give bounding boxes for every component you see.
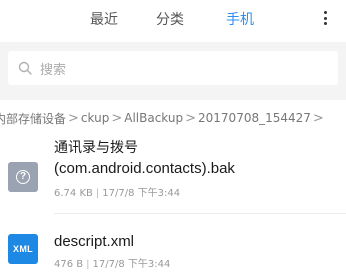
meta-separator: | bbox=[95, 188, 100, 199]
search-placeholder: 搜索 bbox=[40, 63, 67, 78]
tab-recent[interactable]: 最近 bbox=[90, 9, 118, 29]
more-vertical-icon[interactable] bbox=[318, 9, 332, 27]
chevron-right-icon: > bbox=[111, 110, 123, 126]
file-row-descript-xml[interactable]: XML descript.xml 476 B | 17/7/8 下午3:44 bbox=[0, 222, 346, 280]
meta-separator: | bbox=[86, 259, 90, 270]
breadcrumb: 内部存储设备 > ckup > AllBackup > 20170708_154… bbox=[0, 108, 346, 128]
breadcrumb-item-backup[interactable]: ckup bbox=[81, 111, 109, 125]
tab-category[interactable]: 分类 bbox=[156, 9, 184, 29]
file-row-contacts-bak[interactable]: ? 通讯录与拨号 (com.android.contacts).bak 6.74… bbox=[0, 138, 346, 210]
file-meta: 476 B | 17/7/8 下午3:44 bbox=[54, 255, 170, 270]
row-divider bbox=[54, 213, 346, 214]
file-size: 476 B bbox=[54, 259, 84, 270]
file-name: 通讯录与拨号 bbox=[54, 140, 138, 156]
xml-file-icon: XML bbox=[8, 234, 38, 264]
chevron-right-icon: > bbox=[185, 110, 197, 126]
file-meta: 6.74 KB | 17/7/8 下午3:44 bbox=[54, 184, 180, 199]
file-date: 17/7/8 下午3:44 bbox=[92, 259, 171, 270]
chevron-right-icon: > bbox=[312, 110, 324, 126]
breadcrumb-item-allbackup[interactable]: AllBackup bbox=[124, 111, 183, 125]
file-date: 17/7/8 下午3:44 bbox=[102, 188, 181, 199]
file-name: descript.xml bbox=[54, 233, 135, 250]
search-area: 搜索 bbox=[0, 42, 346, 94]
search-input[interactable]: 搜索 bbox=[8, 51, 338, 85]
top-tab-bar: 最近 分类 手机 bbox=[0, 0, 346, 42]
unknown-file-icon: ? bbox=[8, 162, 38, 192]
section-divider bbox=[0, 94, 346, 100]
xml-icon-label: XML bbox=[13, 244, 33, 254]
search-icon bbox=[18, 61, 32, 75]
breadcrumb-item-internal-storage[interactable]: 内部存储设备 bbox=[0, 110, 66, 127]
breadcrumb-item-date-folder[interactable]: 20170708_154427 bbox=[198, 111, 311, 125]
file-name-continued: (com.android.contacts).bak bbox=[54, 160, 235, 177]
file-size: 6.74 KB bbox=[54, 188, 93, 199]
chevron-right-icon: > bbox=[68, 110, 79, 126]
tab-phone[interactable]: 手机 bbox=[226, 9, 254, 29]
